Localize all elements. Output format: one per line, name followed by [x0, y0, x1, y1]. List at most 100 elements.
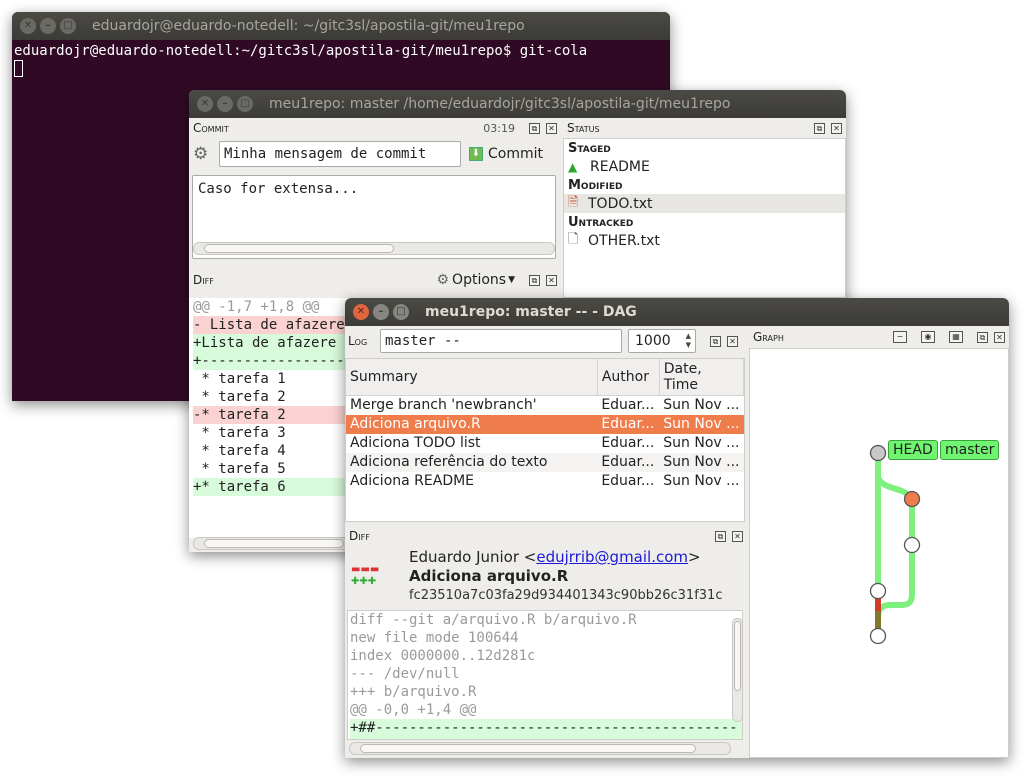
commit-node[interactable]	[869, 582, 887, 600]
staged-item[interactable]: ▲ README	[564, 157, 845, 176]
log-cell-author: Eduar...	[601, 473, 655, 489]
terminal-prompt: eduardojr@eduardo-notedell:~/gitc3sl/apo…	[14, 43, 588, 59]
gear-icon: ⚙	[436, 272, 450, 288]
terminal-cursor	[14, 60, 23, 77]
modified-file-icon: 🗎	[568, 194, 579, 210]
gear-icon[interactable]: ⚙	[193, 144, 219, 164]
dag-diff-view[interactable]: diff --git a/arquivo.R b/arquivo.R new fi…	[347, 610, 743, 740]
layout-icon[interactable]: ▦	[949, 331, 963, 343]
dag-window[interactable]: ✕ – □ meu1repo: master -- - DAG Log 1000…	[345, 298, 1009, 758]
graph-canvas[interactable]: HEAD master	[749, 348, 1009, 758]
log-panel: Log 1000 ▲▼ ⧉ ✕ Summary Author Date, Tim…	[345, 326, 747, 522]
zoom-fit-icon[interactable]: ◉	[921, 331, 935, 343]
diff-panel-header: Diff ⚙ Options ▼ ⧉ ✕	[189, 270, 561, 290]
float-icon[interactable]: ⧉	[715, 530, 726, 542]
log-toolbar: Log 1000 ▲▼ ⧉ ✕	[345, 326, 747, 356]
log-cell-date: Sun Nov ...	[659, 414, 744, 434]
minimize-icon[interactable]: –	[373, 304, 389, 320]
dag-titlebar[interactable]: ✕ – □ meu1repo: master -- - DAG	[345, 298, 1009, 326]
minimize-icon[interactable]: –	[40, 18, 56, 34]
log-table[interactable]: Summary Author Date, Time Merge branch '…	[346, 359, 744, 491]
close-icon[interactable]: ✕	[831, 122, 842, 134]
modified-item[interactable]: 🗎 TODO.txt	[564, 194, 845, 213]
close-icon[interactable]: ✕	[353, 304, 369, 320]
close-icon[interactable]: ✕	[20, 18, 36, 34]
dag-diff-header: Diff ⧉ ✕	[345, 526, 747, 546]
close-icon[interactable]: ✕	[546, 122, 557, 134]
terminal-titlebar[interactable]: ✕ – □ eduardojr@eduardo-notedell: ~/gitc…	[12, 12, 670, 40]
log-panel-title: Log	[348, 334, 368, 348]
log-row[interactable]: Adiciona README Eduar... Sun Nov ...	[346, 472, 744, 491]
commit-panel: Commit 03:19 ⧉ ✕ ⚙ ⬇ Commit Caso for ext…	[189, 118, 561, 270]
staged-file: README	[590, 158, 650, 175]
untracked-item[interactable]: 🗋 OTHER.txt	[564, 231, 845, 250]
diff-line: index 0000000..12d281c	[350, 648, 536, 664]
vertical-scrollbar[interactable]	[732, 618, 743, 722]
maximize-icon[interactable]: □	[237, 96, 253, 112]
close-icon[interactable]: ✕	[727, 335, 738, 347]
log-cell-date: Sun Nov ...	[663, 473, 740, 489]
zoom-out-icon[interactable]: −	[893, 331, 907, 343]
commit-node[interactable]	[903, 536, 921, 554]
log-cell-author: Eduar...	[601, 435, 655, 451]
diff-line: --- /dev/null	[350, 666, 460, 682]
float-icon[interactable]: ⧉	[814, 122, 825, 134]
log-cell-date: Sun Nov ...	[663, 397, 740, 414]
log-row[interactable]: Adiciona arquivo.R Eduar... Sun Nov ...	[346, 414, 744, 434]
log-row[interactable]: Adiciona referência do texto Eduar... Sun …	[346, 452, 744, 472]
float-icon[interactable]: ⧉	[529, 274, 540, 286]
log-filter-input[interactable]	[380, 329, 622, 353]
maximize-icon[interactable]: □	[393, 304, 409, 320]
status-panel-title: Status	[567, 121, 600, 135]
diff-line: +++ b/arquivo.R	[350, 684, 477, 700]
log-cell-date: Sun Nov ...	[663, 435, 740, 451]
float-icon[interactable]: ⧉	[977, 331, 988, 343]
commit-time: 03:19	[483, 121, 515, 135]
commit-button[interactable]: ⬇ Commit	[469, 146, 543, 162]
close-icon[interactable]: ✕	[994, 331, 1005, 343]
diff-line: diff --git a/arquivo.R b/arquivo.R	[350, 612, 637, 628]
commit-graph[interactable]	[750, 349, 1009, 758]
commit-summary-input[interactable]	[219, 141, 461, 167]
log-row[interactable]: Adiciona TODO list Eduar... Sun Nov ...	[346, 434, 744, 453]
minimize-icon[interactable]: –	[217, 96, 233, 112]
close-icon[interactable]: ✕	[197, 96, 213, 112]
log-cell-summary: Adiciona TODO list	[350, 435, 481, 451]
close-icon[interactable]: ✕	[732, 530, 743, 542]
graph-panel-title: Graph	[753, 330, 784, 344]
diff-line: +##-------------------------------------…	[350, 719, 742, 737]
float-icon[interactable]: ⧉	[710, 335, 721, 347]
commit-author-line: Eduardo Junior <edujrrib@gmail.com>	[409, 548, 701, 567]
maximize-icon[interactable]: □	[60, 18, 76, 34]
modified-file: TODO.txt	[588, 195, 653, 212]
horizontal-scrollbar[interactable]	[193, 242, 555, 255]
terminal-title: eduardojr@eduardo-notedell: ~/gitc3sl/ap…	[92, 18, 525, 34]
log-row[interactable]: Merge branch 'newbranch' Eduar... Sun Nov …	[346, 396, 744, 415]
head-label[interactable]: HEAD	[888, 440, 938, 460]
cola-titlebar[interactable]: ✕ – □ meu1repo: master /home/eduardojr/g…	[189, 90, 846, 118]
close-icon[interactable]: ✕	[546, 274, 557, 286]
log-count-spinner[interactable]: 1000 ▲ ▼	[628, 329, 696, 353]
column-date[interactable]: Date, Time	[659, 359, 744, 396]
staged-header: Staged	[568, 141, 611, 156]
commit-info: ▬▬▬ ✚✚✚ Eduardo Junior <edujrrib@gmail.co…	[345, 546, 747, 608]
column-summary[interactable]: Summary	[346, 359, 598, 396]
log-cell-author: Eduar...	[601, 397, 655, 414]
commit-panel-header: Commit 03:19 ⧉ ✕	[189, 118, 561, 138]
author-email-link[interactable]: edujrrib@gmail.com	[536, 548, 688, 566]
commit-node-selected[interactable]	[903, 490, 921, 508]
log-table-container[interactable]: Summary Author Date, Time Merge branch '…	[345, 358, 745, 522]
status-tree[interactable]: Staged ▲ README Modified 🗎 TODO.txt Untr…	[563, 138, 846, 298]
commit-node[interactable]	[869, 444, 887, 462]
commit-node[interactable]	[869, 627, 887, 645]
terminal-content[interactable]: eduardojr@eduardo-notedell:~/gitc3sl/apo…	[12, 40, 670, 80]
spinner-arrows-icon[interactable]: ▲ ▼	[686, 332, 691, 350]
log-count-value: 1000	[635, 333, 671, 349]
float-icon[interactable]: ⧉	[529, 122, 540, 134]
commit-hash: fc23510a7c03fa29d934401343c90bb26c31f31c	[409, 588, 723, 603]
branch-label[interactable]: master	[940, 440, 1000, 460]
horizontal-scrollbar[interactable]	[349, 742, 731, 755]
graph-panel-header: Graph − ◉ ▦ ⧉ ✕	[749, 326, 1009, 348]
column-author[interactable]: Author	[597, 359, 660, 396]
options-menu[interactable]: ⚙ Options ▼	[436, 272, 515, 288]
